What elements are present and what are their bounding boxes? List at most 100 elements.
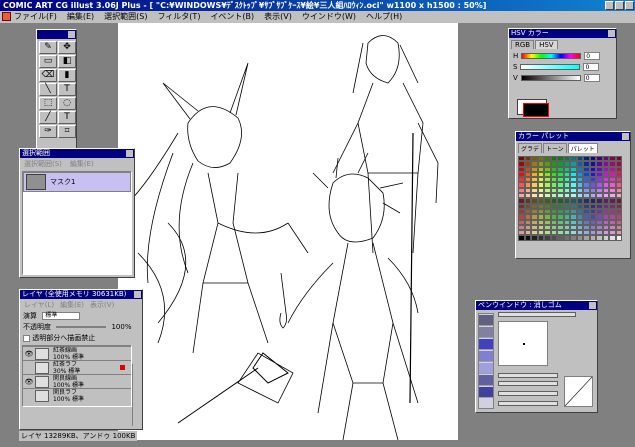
layer-scrollbar[interactable] — [132, 364, 141, 426]
tool-palette: ✎ ✥ ▭ ◧ ⌫ ▮ ╲ T ⬚ ◌ ╱ T ✑ ⌗ — [36, 29, 77, 155]
minimize-button[interactable] — [605, 1, 614, 10]
layer-window: レイヤ (全使用メモリ 30631KB) レイヤ(L) 編集(E) 表示(V) … — [19, 289, 143, 430]
line-tool-button[interactable]: ╲ — [39, 83, 57, 96]
layer-row[interactable]: 👁 閑良線画 100% 標準 — [23, 374, 131, 389]
menu-file[interactable]: ファイル(F) — [14, 11, 57, 23]
menu-selection[interactable]: 選択範囲(S) — [104, 11, 147, 23]
pen-preset[interactable] — [479, 363, 493, 374]
selection-menu-range[interactable]: 選択範囲(S) — [24, 159, 62, 169]
saturation-slider-row: S 0 — [513, 63, 614, 71]
pen-preset[interactable] — [479, 327, 493, 338]
dropper-tool-button[interactable]: ✑ — [39, 125, 57, 138]
menu-view[interactable]: 表示(V) — [264, 11, 292, 23]
pen-preset-list[interactable] — [478, 313, 494, 409]
app-titlebar: COMIC ART CG illust 3.06J Plus - [ "C:¥W… — [0, 0, 635, 11]
opacity-value: 100% — [111, 323, 132, 331]
palette-window-title: カラー パレット — [516, 132, 630, 141]
fill-tool-button[interactable]: ◧ — [58, 55, 76, 68]
value-slider[interactable] — [520, 75, 581, 81]
menu-edit[interactable]: 編集(E) — [67, 11, 94, 23]
mask-name: マスク1 — [50, 178, 76, 186]
menu-filter[interactable]: フィルタ(T) — [157, 11, 200, 23]
app-icon[interactable] — [2, 12, 11, 21]
brush-tool-button[interactable]: ▭ — [39, 55, 57, 68]
menu-help[interactable]: ヘルプ(H) — [366, 11, 402, 23]
hue-value[interactable]: 0 — [584, 52, 601, 60]
value-value[interactable]: 0 — [583, 74, 600, 82]
tab-gradient[interactable]: グラデ — [518, 143, 543, 153]
layer-row[interactable]: 👁 紅茶線画 100% 標準 — [23, 346, 131, 361]
layer-menu-view[interactable]: 表示(V) — [90, 300, 114, 310]
close-icon[interactable] — [589, 302, 596, 309]
color-palette-window: カラー パレット グラデ トーン パレット — [515, 131, 631, 259]
tab-palette[interactable]: パレット — [567, 143, 598, 153]
tab-tone[interactable]: トーン — [543, 143, 567, 153]
close-button[interactable] — [625, 1, 634, 10]
pen-window: ペンウインドウ : 消しゴム — [475, 300, 598, 413]
pen-hardness-slider[interactable] — [498, 391, 558, 396]
layer-flag-icon — [120, 365, 125, 370]
drawing-canvas[interactable] — [118, 23, 458, 441]
gradient-tool-button[interactable]: ▮ — [58, 69, 76, 82]
move-tool-button[interactable]: ✥ — [58, 41, 76, 54]
crop-tool-button[interactable]: ⌗ — [58, 125, 76, 138]
rect-select-tool-button[interactable]: ⬚ — [39, 97, 57, 110]
hsv-color-window: HSV カラー RGB HSV H 0 S 0 V 0 — [508, 28, 617, 119]
close-icon[interactable] — [622, 133, 629, 140]
layer-menu-edit[interactable]: 編集(E) — [60, 300, 84, 310]
tab-rgb[interactable]: RGB — [511, 40, 535, 49]
menu-window[interactable]: ウインドウ(W) — [302, 11, 356, 23]
lock-transparency-checkbox[interactable] — [23, 334, 30, 342]
type-tool-button[interactable]: T — [58, 111, 76, 124]
pen-preset[interactable] — [479, 387, 493, 398]
menu-event[interactable]: イベント(B) — [210, 11, 254, 23]
eraser-tool-button[interactable]: ⌫ — [39, 69, 57, 82]
hue-slider[interactable] — [521, 53, 582, 59]
tab-hsv[interactable]: HSV — [535, 40, 558, 49]
lasso-tool-button[interactable]: ◌ — [58, 97, 76, 110]
close-icon[interactable] — [608, 30, 615, 37]
visibility-eye-icon[interactable]: 👁 — [23, 378, 35, 386]
selection-window: 選択範囲 選択範囲(S) 編集(E) マスク1 — [19, 148, 135, 278]
wand-tool-button[interactable]: ╱ — [39, 111, 57, 124]
saturation-value[interactable]: 0 — [583, 63, 600, 71]
menubar: ファイル(F) 編集(E) 選択範囲(S) フィルタ(T) イベント(B) 表示… — [0, 11, 635, 23]
palette-swatch[interactable] — [615, 235, 622, 241]
blend-mode-select[interactable]: 標準 — [42, 312, 81, 320]
status-bar: レイヤ 13289KB、アンドゥ 100KB — [19, 431, 138, 441]
pen-density-slider[interactable] — [498, 381, 558, 386]
foreground-color-swatch[interactable] — [523, 103, 549, 117]
text-tool-button[interactable]: T — [58, 83, 76, 96]
maximize-button[interactable] — [615, 1, 624, 10]
pen-preset[interactable] — [479, 351, 493, 362]
visibility-eye-icon[interactable]: 👁 — [23, 350, 35, 358]
hue-slider-row: H 0 — [513, 52, 614, 60]
pressure-curve[interactable] — [564, 376, 593, 407]
opacity-row: 不透明度 100% — [23, 323, 132, 331]
layer-menu-layer[interactable]: レイヤ(L) — [24, 300, 54, 310]
palette-swatch-grid[interactable] — [518, 156, 622, 241]
close-icon[interactable] — [68, 31, 75, 38]
layer-row[interactable]: 紅茶ラフ 30% 標準 — [23, 360, 131, 375]
opacity-slider[interactable] — [56, 326, 107, 328]
mask-row[interactable]: マスク1 — [23, 172, 131, 192]
lock-row: 透明部分へ描画禁止 — [20, 333, 142, 344]
pen-tool-button[interactable]: ✎ — [39, 41, 57, 54]
pen-preset[interactable] — [479, 315, 493, 326]
pen-spacing-slider[interactable] — [498, 401, 558, 406]
mask-list: マスク1 — [22, 171, 132, 275]
layer-row[interactable]: 閑良ラフ 100% 標準 — [23, 388, 131, 403]
pen-preview — [498, 321, 548, 366]
mask-thumbnail — [26, 174, 46, 190]
pen-preset[interactable] — [479, 339, 493, 350]
selection-menu-edit[interactable]: 編集(E) — [70, 159, 94, 169]
layer-window-title: レイヤ (全使用メモリ 30631KB) — [20, 290, 142, 299]
close-icon[interactable] — [134, 291, 141, 298]
pen-preset[interactable] — [479, 375, 493, 386]
selection-window-title: 選択範囲 — [20, 149, 134, 158]
close-icon[interactable] — [126, 150, 133, 157]
pen-window-title: ペンウインドウ : 消しゴム — [476, 301, 597, 310]
saturation-slider[interactable] — [520, 64, 581, 70]
pen-opacity-slider[interactable] — [498, 373, 558, 378]
pen-size-slider[interactable] — [498, 312, 576, 317]
